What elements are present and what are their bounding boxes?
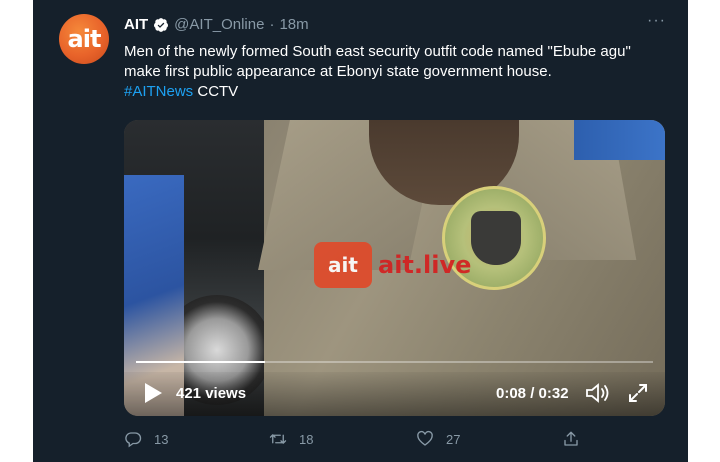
watermark-logo: ait (314, 242, 372, 288)
share-button[interactable] (562, 430, 580, 448)
view-count: 421 views (176, 385, 247, 402)
tweet-actions: 13 18 27 (124, 430, 594, 454)
video-player[interactable]: ait ait.live 421 views 0:08 / 0:32 (124, 120, 665, 416)
like-button[interactable]: 27 (416, 430, 460, 448)
video-frame-shoulder (574, 120, 665, 160)
video-timecode: 0:08 / 0:32 (496, 385, 569, 402)
header-separator: · (269, 16, 275, 33)
watermark-logo-text: ait (328, 253, 358, 277)
video-controls: 421 views 0:08 / 0:32 (124, 372, 665, 416)
retweet-count: 18 (299, 431, 314, 447)
video-progress-bar[interactable] (136, 361, 653, 363)
volume-icon[interactable] (584, 381, 610, 405)
tweet-timestamp[interactable]: 18m (279, 16, 308, 33)
avatar-logo-text: ait (67, 25, 102, 53)
avatar[interactable]: ait (59, 14, 109, 64)
author-handle[interactable]: @AIT_Online (174, 16, 264, 33)
tweet-text-tail: CCTV (197, 83, 239, 100)
tweet-text-main: Men of the newly formed South east secur… (124, 43, 631, 80)
retweet-button[interactable]: 18 (269, 430, 313, 448)
tweet-header: AIT @AIT_Online · 18m (124, 16, 309, 33)
fullscreen-icon[interactable] (626, 381, 650, 405)
more-icon[interactable]: ··· (647, 12, 666, 30)
retweet-icon (269, 434, 287, 444)
reply-icon (125, 432, 142, 448)
uniform-badge-emblem (471, 211, 521, 265)
video-progress-fill (136, 361, 266, 363)
tweet-text: Men of the newly formed South east secur… (124, 42, 669, 102)
video-watermark: ait ait.live (314, 242, 471, 288)
hashtag-link[interactable]: #AITNews (124, 83, 193, 100)
play-icon[interactable] (142, 381, 164, 405)
author-name[interactable]: AIT (124, 16, 148, 33)
tweet-card[interactable]: ait AIT @AIT_Online · 18m ··· Men of the… (33, 0, 688, 462)
verified-icon (154, 17, 169, 32)
like-icon (417, 430, 433, 446)
watermark-text: ait.live (378, 251, 472, 279)
reply-button[interactable]: 13 (124, 430, 168, 448)
tweet-frame: ait AIT @AIT_Online · 18m ··· Men of the… (33, 0, 688, 462)
share-icon (564, 431, 578, 446)
like-count: 27 (446, 431, 461, 447)
reply-count: 13 (154, 431, 169, 447)
